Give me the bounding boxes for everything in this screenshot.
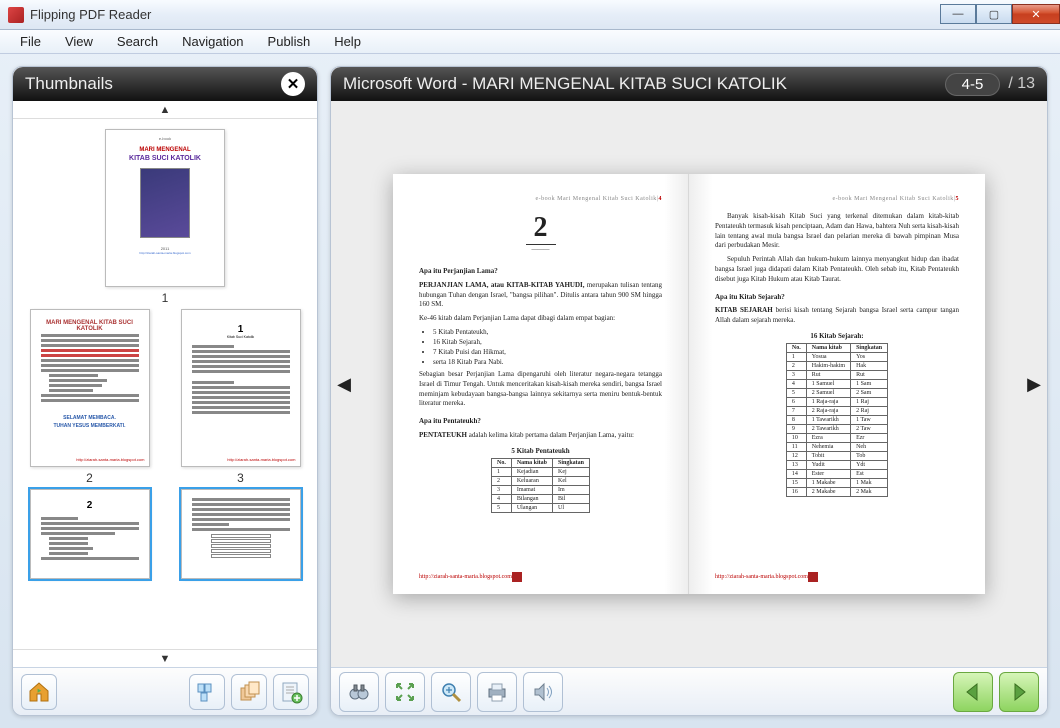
sound-button[interactable] — [523, 672, 563, 712]
viewer-toolbar — [331, 667, 1047, 715]
document-title: Microsoft Word - MARI MENGENAL KITAB SUC… — [343, 74, 787, 94]
home-icon — [27, 680, 51, 704]
view-mode-button[interactable] — [189, 674, 225, 710]
printer-icon — [485, 680, 509, 704]
binoculars-icon — [347, 680, 371, 704]
fullscreen-icon — [393, 680, 417, 704]
chevron-down-icon: ▼ — [160, 653, 171, 665]
add-page-button[interactable] — [273, 674, 309, 710]
menu-file[interactable]: File — [10, 32, 51, 51]
footer-link-left: http://ziarah-santa-maria.blogspot.com — [419, 572, 662, 582]
thumbnails-panel: Thumbnails ✕ ▲ e-book MARI MENGENAL KITA… — [12, 66, 318, 716]
home-button[interactable] — [21, 674, 57, 710]
page-prev-arrow[interactable]: ◀ — [335, 369, 353, 399]
book-spread: e-book Mari Mengenal Kitab Suci Katolik|… — [393, 174, 985, 594]
page-indicator[interactable]: 4-5 — [945, 73, 1001, 96]
thumbnail-page-4[interactable]: 2 — [19, 489, 160, 583]
thumbnails-grid: e-book MARI MENGENAL KITAB SUCI KATOLIK … — [13, 119, 317, 649]
app-title: Flipping PDF Reader — [30, 7, 151, 22]
history-table: No.Nama kitabSingkatan 1YosuaYos 2Hakim-… — [786, 343, 888, 497]
title-bar: Flipping PDF Reader — ▢ ✕ — [0, 0, 1060, 30]
stack-icon — [237, 680, 261, 704]
menu-search[interactable]: Search — [107, 32, 168, 51]
fullscreen-button[interactable] — [385, 672, 425, 712]
copy-pages-button[interactable] — [231, 674, 267, 710]
nav-prev-button[interactable] — [953, 672, 993, 712]
thumbnail-page-5[interactable] — [170, 489, 311, 583]
search-tool-button[interactable] — [339, 672, 379, 712]
arrow-right-icon — [1007, 680, 1031, 704]
maximize-button[interactable]: ▢ — [976, 4, 1012, 24]
magnifier-icon — [439, 680, 463, 704]
thumbnails-title: Thumbnails — [25, 74, 113, 94]
pages-icon — [195, 680, 219, 704]
page-right: e-book Mari Mengenal Kitab Suci Katolik|… — [689, 174, 985, 594]
thumbnails-close-button[interactable]: ✕ — [281, 72, 305, 96]
thumbnail-page-3[interactable]: 1 Kitab Suci Katolik http://ziarah-santa… — [170, 309, 311, 485]
thumb-label-3: 3 — [170, 471, 311, 485]
speaker-icon — [531, 680, 555, 704]
zoom-button[interactable] — [431, 672, 471, 712]
window-controls: — ▢ ✕ — [940, 5, 1060, 24]
chevron-up-icon: ▲ — [160, 104, 171, 116]
thumbnail-page-1[interactable]: e-book MARI MENGENAL KITAB SUCI KATOLIK … — [19, 129, 311, 305]
app-icon — [8, 7, 24, 23]
pentateuch-table: No.Nama kitabSingkatan 1KejadianKej 2Kel… — [491, 458, 590, 513]
thumbs-scroll-up[interactable]: ▲ — [13, 101, 317, 119]
thumbnails-toolbar — [13, 667, 317, 715]
pentateuch-list: 5 Kitab Pentateukh, 16 Kitab Sejarah, 7 … — [433, 328, 662, 366]
nav-next-button[interactable] — [999, 672, 1039, 712]
book-area: ◀ ▶ e-book Mari Mengenal Kitab Suci Kato… — [331, 101, 1047, 667]
menu-view[interactable]: View — [55, 32, 103, 51]
menu-navigation[interactable]: Navigation — [172, 32, 253, 51]
viewer-panel: Microsoft Word - MARI MENGENAL KITAB SUC… — [330, 66, 1048, 716]
footer-link-right: http://ziarah-santa-maria.blogspot.com — [715, 572, 959, 582]
close-button[interactable]: ✕ — [1012, 4, 1060, 24]
menu-publish[interactable]: Publish — [258, 32, 321, 51]
workspace: Thumbnails ✕ ▲ e-book MARI MENGENAL KITA… — [0, 54, 1060, 728]
page-left: e-book Mari Mengenal Kitab Suci Katolik|… — [393, 174, 689, 594]
arrow-left-icon — [961, 680, 985, 704]
menu-bar: File View Search Navigation Publish Help — [0, 30, 1060, 54]
print-button[interactable] — [477, 672, 517, 712]
page-total: / 13 — [1008, 75, 1035, 93]
thumb-label-1: 1 — [162, 291, 169, 305]
minimize-button[interactable]: — — [940, 4, 976, 24]
viewer-header: Microsoft Word - MARI MENGENAL KITAB SUC… — [331, 67, 1047, 101]
thumb-label-2: 2 — [19, 471, 160, 485]
thumbnail-page-2[interactable]: MARI MENGENAL KITAB SUCI KATOLIK SELAMAT… — [19, 309, 160, 485]
menu-help[interactable]: Help — [324, 32, 371, 51]
thumbs-scroll-down[interactable]: ▼ — [13, 649, 317, 667]
thumbnails-header: Thumbnails ✕ — [13, 67, 317, 101]
page-next-arrow[interactable]: ▶ — [1025, 369, 1043, 399]
page-add-icon — [279, 680, 303, 704]
